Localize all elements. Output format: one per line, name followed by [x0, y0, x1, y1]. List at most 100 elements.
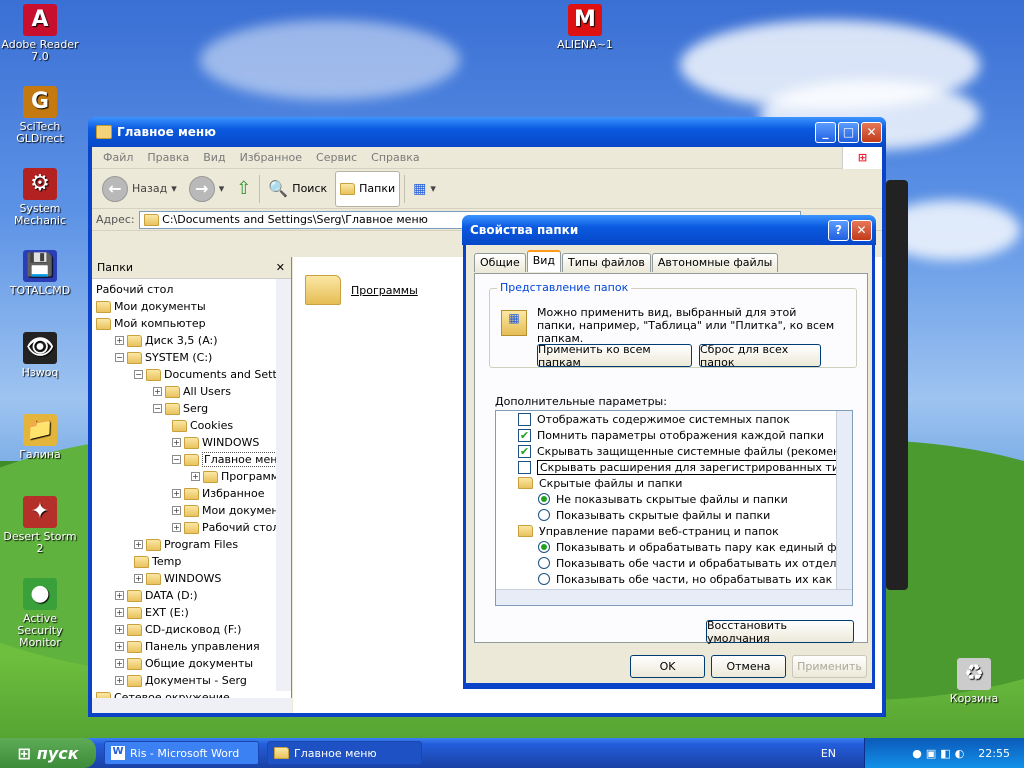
- option-row[interactable]: Показывать обе части, но обрабатывать их…: [538, 571, 852, 587]
- tree-item[interactable]: + Избранное: [172, 485, 264, 502]
- tree-vertical-scrollbar[interactable]: [276, 279, 291, 691]
- folders-button[interactable]: Папки: [335, 170, 401, 207]
- option-checkbox[interactable]: [518, 412, 531, 426]
- desktop-icon[interactable]: ✦ Desert Storm 2: [0, 496, 80, 555]
- back-button[interactable]: ← Назад ▾: [98, 174, 181, 204]
- tree-item[interactable]: Рабочий стол: [96, 281, 173, 298]
- display-icon[interactable]: ◧: [940, 747, 950, 760]
- save-icon[interactable]: ▣: [926, 747, 936, 760]
- option-row[interactable]: ✔ Помнить параметры отображения каждой па…: [518, 427, 824, 443]
- expand-toggle[interactable]: +: [172, 523, 181, 532]
- tab-offline-files[interactable]: Автономные файлы: [651, 253, 779, 272]
- folder-item[interactable]: Программы: [305, 275, 418, 305]
- tree-item[interactable]: + CD-дисковод (F:): [115, 621, 241, 638]
- option-row[interactable]: Показывать скрытые файлы и папки: [538, 507, 770, 523]
- apply-button[interactable]: Применить: [792, 655, 867, 678]
- expand-toggle[interactable]: −: [134, 370, 143, 379]
- expand-toggle[interactable]: +: [172, 506, 181, 515]
- forward-button[interactable]: → ▾: [185, 174, 229, 204]
- maximize-button[interactable]: □: [838, 121, 859, 143]
- dialog-titlebar[interactable]: Свойства папки ? ✕: [462, 215, 876, 245]
- option-checkbox[interactable]: ✔: [518, 444, 531, 458]
- apply-to-all-folders-button[interactable]: Применить ко всем папкам: [537, 343, 692, 369]
- tree-item[interactable]: − Главное меню: [172, 451, 289, 468]
- option-row[interactable]: Не показывать скрытые файлы и папки: [538, 491, 788, 507]
- help-button[interactable]: ?: [828, 219, 849, 241]
- clock[interactable]: 22:55: [978, 747, 1010, 760]
- network-icon[interactable]: ●: [912, 747, 922, 760]
- tree-item[interactable]: + Мои документы: [172, 502, 291, 519]
- expand-toggle[interactable]: +: [115, 625, 124, 634]
- desktop-icon[interactable]: ● Active Security Monitor: [0, 578, 80, 649]
- option-row[interactable]: Показывать обе части и обрабатывать их о…: [538, 555, 852, 571]
- tree-item[interactable]: Cookies: [172, 417, 233, 434]
- expand-toggle[interactable]: +: [153, 387, 162, 396]
- tree-item[interactable]: Мои документы: [96, 298, 206, 315]
- folder-options-dialog[interactable]: Свойства папки ? ✕ Общие Вид Типы файлов…: [462, 215, 876, 689]
- explorer-titlebar[interactable]: Главное меню _ □ ✕: [88, 117, 886, 147]
- expand-toggle[interactable]: +: [191, 472, 200, 481]
- option-radio[interactable]: [538, 573, 550, 585]
- expand-toggle[interactable]: +: [115, 336, 124, 345]
- up-button[interactable]: ⇧: [232, 176, 255, 201]
- volume-icon[interactable]: ◐: [955, 747, 965, 760]
- taskbar-item-explorer[interactable]: Главное меню: [267, 741, 422, 765]
- language-indicator[interactable]: EN: [821, 747, 836, 760]
- option-row[interactable]: Скрытые файлы и папки: [518, 475, 682, 491]
- tree-item[interactable]: + WINDOWS: [134, 570, 221, 587]
- expand-toggle[interactable]: −: [153, 404, 162, 413]
- expand-toggle[interactable]: +: [115, 642, 124, 651]
- desktop-icon[interactable]: G SciTech GLDirect: [0, 86, 80, 145]
- desktop-icon[interactable]: 📁 Галина: [0, 414, 80, 461]
- option-radio[interactable]: [538, 493, 550, 505]
- tree-item[interactable]: + WINDOWS: [172, 434, 259, 451]
- search-button[interactable]: 🔍 Поиск: [264, 177, 331, 200]
- option-radio[interactable]: [538, 557, 550, 569]
- tree-item[interactable]: + All Users: [153, 383, 231, 400]
- option-checkbox[interactable]: [518, 460, 531, 474]
- option-checkbox[interactable]: ✔: [518, 428, 531, 442]
- tree-item[interactable]: + Панель управления: [115, 638, 260, 655]
- option-row[interactable]: Скрывать расширения для зарегистрированн…: [518, 459, 852, 475]
- tree-item[interactable]: + Программы: [191, 468, 288, 485]
- cancel-button[interactable]: Отмена: [711, 655, 786, 678]
- restore-defaults-button[interactable]: Восстановить умолчания: [706, 619, 854, 645]
- desktop-icon[interactable]: ♻ Корзина: [934, 658, 1014, 705]
- option-radio[interactable]: [538, 509, 550, 521]
- desktop-icon[interactable]: 👁 Hзwoq: [0, 332, 80, 379]
- tree-item[interactable]: + DATA (D:): [115, 587, 198, 604]
- tree-item[interactable]: Мой компьютер: [96, 315, 206, 332]
- close-button[interactable]: ✕: [861, 121, 882, 143]
- taskbar-item-word[interactable]: W Ris - Microsoft Word: [104, 741, 259, 765]
- expand-toggle[interactable]: −: [172, 455, 181, 464]
- expand-toggle[interactable]: −: [115, 353, 124, 362]
- expand-toggle[interactable]: +: [115, 608, 124, 617]
- close-pane-icon[interactable]: ✕: [276, 261, 285, 274]
- views-button[interactable]: ▦ ▾: [409, 179, 440, 199]
- tree-item[interactable]: Temp: [134, 553, 181, 570]
- desktop-icon[interactable]: A Adobe Reader 7.0: [0, 4, 80, 63]
- desktop-icon[interactable]: 💾 TOTALCMD: [0, 250, 80, 297]
- tree-item[interactable]: + Документы - Serg: [115, 672, 247, 689]
- start-button[interactable]: ⊞ пуск: [0, 738, 96, 768]
- menu-view[interactable]: Вид: [196, 151, 232, 164]
- expand-toggle[interactable]: +: [172, 438, 181, 447]
- tab-view[interactable]: Вид: [526, 250, 562, 272]
- option-radio[interactable]: [538, 541, 550, 553]
- menu-file[interactable]: Файл: [96, 151, 140, 164]
- option-row[interactable]: Показывать и обрабатывать пару как едины…: [538, 539, 852, 555]
- tree-item[interactable]: + Диск 3,5 (A:): [115, 332, 218, 349]
- tree-horizontal-scrollbar[interactable]: [92, 698, 292, 713]
- reset-all-folders-button[interactable]: Сброс для всех папок: [699, 343, 821, 369]
- tree-item[interactable]: − Documents and Settings: [134, 366, 291, 383]
- expand-toggle[interactable]: +: [115, 591, 124, 600]
- menu-help[interactable]: Справка: [364, 151, 426, 164]
- tree-item[interactable]: − SYSTEM (C:): [115, 349, 212, 366]
- desktop-icon[interactable]: M ALIENA~1: [545, 4, 625, 51]
- expand-toggle[interactable]: +: [115, 676, 124, 685]
- options-horizontal-scrollbar[interactable]: [496, 589, 852, 605]
- tree-item[interactable]: − Serg: [153, 400, 208, 417]
- option-row[interactable]: ✔ Скрывать защищенные системные файлы (ре…: [518, 443, 852, 459]
- ok-button[interactable]: OK: [630, 655, 705, 678]
- minimize-button[interactable]: _: [815, 121, 836, 143]
